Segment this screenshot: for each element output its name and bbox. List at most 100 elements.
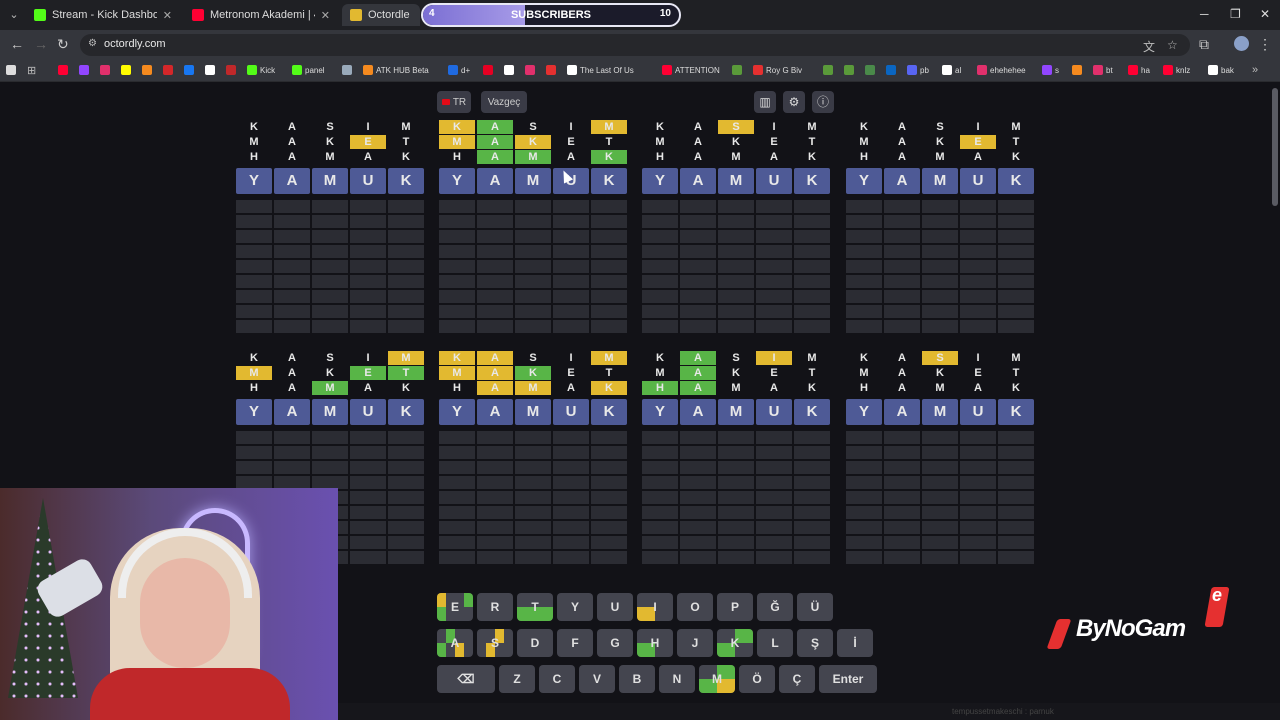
profile-avatar[interactable] [1234, 36, 1249, 51]
key-P[interactable]: P [717, 593, 753, 621]
key-S[interactable]: S [477, 629, 513, 657]
bookmark-item[interactable] [844, 63, 854, 77]
key-label: Ğ [770, 600, 780, 614]
guess-tile: A [898, 382, 906, 394]
language-button[interactable]: TR [437, 91, 471, 113]
tab-search-icon[interactable]: ⌄ [6, 7, 22, 23]
key-V[interactable]: V [579, 665, 615, 693]
key-B[interactable]: B [619, 665, 655, 693]
key-H[interactable]: H [637, 629, 673, 657]
bookmark-item[interactable] [121, 63, 131, 77]
key-K[interactable]: K [717, 629, 753, 657]
key-G[interactable]: G [597, 629, 633, 657]
bookmark-item[interactable]: ha [1128, 63, 1150, 77]
stats-icon[interactable]: ▥ [754, 91, 776, 113]
key-J[interactable]: J [677, 629, 713, 657]
forward-arrow-icon[interactable]: → [34, 36, 48, 52]
bookmark-item[interactable] [525, 63, 535, 77]
url-field[interactable]: ⚙ octordly.com 文 ☆ [80, 34, 1190, 56]
bookmark-item[interactable] [823, 63, 833, 77]
bookmark-item[interactable]: panel [292, 63, 325, 77]
browser-menu-icon[interactable]: ⋮ [1258, 36, 1272, 52]
page-scrollbar[interactable] [1272, 84, 1278, 704]
bookmark-item[interactable] [184, 63, 194, 77]
bookmark-item[interactable]: knlz [1163, 63, 1190, 77]
bookmark-item[interactable] [504, 63, 514, 77]
bookmark-item[interactable] [226, 63, 236, 77]
key-I[interactable]: I [637, 593, 673, 621]
translate-icon[interactable]: 文 [1143, 38, 1155, 55]
close-tab-icon[interactable]: ✕ [163, 9, 172, 22]
empty-tile [884, 320, 920, 333]
bookmark-item[interactable] [865, 63, 875, 77]
bookmark-item[interactable]: The Last Of Us [567, 63, 634, 77]
reload-icon[interactable]: ↻ [57, 36, 69, 52]
bookmark-item[interactable] [886, 63, 896, 77]
key-Ğ[interactable]: Ğ [757, 593, 793, 621]
key-Ç[interactable]: Ç [779, 665, 815, 693]
key-U[interactable]: U [597, 593, 633, 621]
url-text[interactable]: octordly.com [104, 38, 166, 50]
key-N[interactable]: N [659, 665, 695, 693]
key-Ü[interactable]: Ü [797, 593, 833, 621]
bookmark-item[interactable] [483, 63, 493, 77]
key-İ[interactable]: İ [837, 629, 873, 657]
settings-gear-icon[interactable]: ⚙ [783, 91, 805, 113]
minimize-icon[interactable]: ─ [1200, 7, 1209, 21]
key-E[interactable]: E [437, 593, 473, 621]
apps-grid-icon[interactable]: ⊞ [27, 63, 36, 77]
bookmark-item[interactable] [58, 63, 68, 77]
key-Y[interactable]: Y [557, 593, 593, 621]
site-info-icon[interactable]: ⚙ [88, 38, 100, 50]
key-R[interactable]: R [477, 593, 513, 621]
bookmark-item[interactable]: bt [1093, 63, 1113, 77]
key-T[interactable]: T [517, 593, 553, 621]
key-A[interactable]: A [437, 629, 473, 657]
enter-key[interactable]: Enter [819, 665, 877, 693]
guess-tile: M [1011, 121, 1021, 133]
back-arrow-icon[interactable]: ← [10, 36, 24, 52]
bookmark-item[interactable]: Roy G Biv [753, 63, 802, 77]
key-C[interactable]: C [539, 665, 575, 693]
bookmark-item[interactable] [205, 63, 215, 77]
bookmark-item[interactable]: ehehehee [977, 63, 1026, 77]
bookmark-item[interactable]: Kick [247, 63, 275, 77]
backspace-key[interactable]: ⌫ [437, 665, 495, 693]
bookmark-item[interactable]: s [1042, 63, 1059, 77]
key-M[interactable]: M [699, 665, 735, 693]
key-D[interactable]: D [517, 629, 553, 657]
scrollbar-thumb[interactable] [1272, 88, 1278, 206]
bookmark-item[interactable] [142, 63, 152, 77]
browser-tab[interactable]: Octordle Game [342, 4, 420, 26]
bookmark-item[interactable] [163, 63, 173, 77]
key-L[interactable]: L [757, 629, 793, 657]
bookmark-item[interactable]: ATK HUB Beta [363, 63, 429, 77]
bookmark-item[interactable] [1072, 63, 1082, 77]
info-icon[interactable]: ⓘ [812, 91, 834, 113]
key-Ö[interactable]: Ö [739, 665, 775, 693]
bookmark-item[interactable]: pb [907, 63, 929, 77]
apps-icon[interactable] [6, 63, 16, 77]
bookmark-item[interactable] [100, 63, 110, 77]
close-window-icon[interactable]: ✕ [1260, 7, 1270, 21]
restore-icon[interactable]: ❐ [1230, 7, 1241, 21]
cancel-button[interactable]: Vazgeç [481, 91, 527, 113]
bookmark-item[interactable]: ATTENTION [662, 63, 720, 77]
bookmark-star-icon[interactable]: ☆ [1167, 38, 1178, 52]
key-F[interactable]: F [557, 629, 593, 657]
key-Z[interactable]: Z [499, 665, 535, 693]
bookmark-item[interactable]: al [942, 63, 961, 77]
key-O[interactable]: O [677, 593, 713, 621]
key-Ş[interactable]: Ş [797, 629, 833, 657]
bookmark-item[interactable] [342, 63, 352, 77]
bookmark-item[interactable]: bak [1208, 63, 1234, 77]
extensions-icon[interactable]: ⧉ [1199, 36, 1209, 52]
bookmark-item[interactable] [546, 63, 556, 77]
close-tab-icon[interactable]: ✕ [321, 9, 330, 22]
browser-tab[interactable]: Metronom Akademi | 4. Bölüm ✕ [184, 4, 338, 26]
more-bookmarks-icon[interactable]: » [1252, 63, 1258, 77]
bookmark-item[interactable]: d+ [448, 63, 470, 77]
bookmark-item[interactable] [79, 63, 89, 77]
browser-tab[interactable]: Stream - Kick Dashboard ✕ [26, 4, 180, 26]
bookmark-item[interactable] [732, 63, 742, 77]
